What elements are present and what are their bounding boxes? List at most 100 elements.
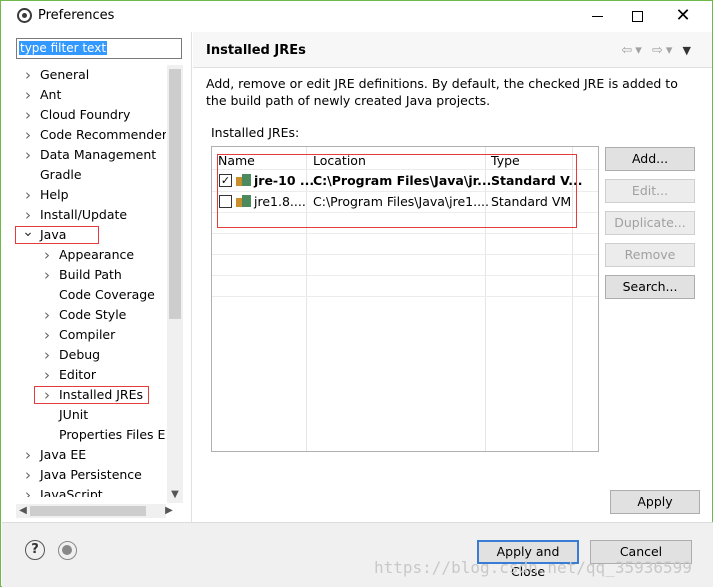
chevron-right-icon[interactable]: › [21, 185, 35, 205]
chevron-right-icon[interactable]: › [21, 445, 35, 465]
preferences-window: Preferences ✕ type filter text › General ›… [0, 0, 713, 587]
tree-item[interactable]: JUnit [2, 405, 166, 425]
window-title: Preferences [38, 8, 115, 23]
scroll-right-icon[interactable]: ▶ [162, 504, 176, 518]
chevron-right-icon[interactable]: › [21, 85, 35, 105]
maximize-icon [631, 11, 643, 22]
chevron-right-icon[interactable]: › [21, 465, 35, 485]
tree-item[interactable]: Code Coverage [2, 285, 166, 305]
tree-item-label: Cloud Foundry [40, 107, 131, 122]
chevron-right-icon[interactable]: › [21, 205, 35, 225]
apply-button[interactable]: Apply [610, 490, 700, 514]
watermark: https://blog.csdn.net/qq_35936599 [374, 558, 692, 577]
tree-vertical-scrollbar[interactable]: ▼ [167, 65, 183, 503]
forward-dropdown-icon[interactable]: ▾ [666, 43, 676, 58]
tree-item-label: Code Recommenders [40, 127, 166, 142]
forward-arrow-icon[interactable]: ⇨ [652, 43, 666, 58]
chevron-right-icon[interactable]: › [21, 65, 35, 85]
tree-item[interactable]: › Appearance [2, 245, 166, 265]
chevron-right-icon[interactable]: › [40, 245, 54, 265]
eclipse-icon [17, 8, 32, 23]
tree-item[interactable]: › Code Recommenders [2, 125, 166, 145]
page-description: Add, remove or edit JRE definitions. By … [206, 76, 678, 108]
tree-item-label: Help [40, 187, 69, 202]
duplicate-button[interactable]: Duplicate... [605, 211, 695, 235]
add-button[interactable]: Add... [605, 147, 695, 171]
tree-highlight-box [34, 386, 149, 404]
edit-button[interactable]: Edit... [605, 179, 695, 203]
chevron-right-icon[interactable]: › [40, 325, 54, 345]
tree-item[interactable]: › General [2, 65, 166, 85]
filter-input[interactable]: type filter text [16, 38, 182, 59]
chevron-right-icon[interactable]: › [40, 305, 54, 325]
tree-item[interactable]: › Data Management [2, 145, 166, 165]
tree-item[interactable]: Properties Files Ec [2, 425, 166, 445]
tree-item[interactable]: › Compiler [2, 325, 166, 345]
tree-item-label: Appearance [59, 247, 135, 262]
chevron-right-icon[interactable]: › [21, 105, 35, 125]
record-icon[interactable] [58, 541, 77, 560]
page-header: Installed JREs ⇦▾ ⇨▾ ▼ [193, 32, 712, 68]
dialog-button-bar: ? Apply and Close Cancel https://blog.cs… [2, 522, 713, 587]
tree-highlight-box [15, 226, 99, 244]
tree-item[interactable]: › Debug [2, 345, 166, 365]
tree-item-label: Data Management [40, 147, 157, 162]
horizontal-scroll-thumb[interactable] [30, 506, 146, 516]
view-menu-icon[interactable]: ▼ [683, 44, 694, 57]
tree-item[interactable]: › Java EE [2, 445, 166, 465]
tree-item[interactable]: › Editor [2, 365, 166, 385]
chevron-right-icon[interactable]: › [21, 125, 35, 145]
tree-item-label: Gradle [40, 167, 82, 182]
tree-item[interactable]: › Help [2, 185, 166, 205]
tree-item-label: JUnit [59, 407, 89, 422]
tree-item-label: Install/Update [40, 207, 128, 222]
close-icon: ✕ [675, 5, 691, 26]
close-button[interactable]: ✕ [660, 1, 706, 31]
table-highlight-box [217, 154, 577, 228]
tree-item[interactable]: › Code Style [2, 305, 166, 325]
tree-item-label: Editor [59, 367, 96, 382]
tree-item-label: JavaScript [40, 487, 103, 497]
page-title: Installed JREs [206, 43, 306, 58]
tree-item[interactable]: Gradle [2, 165, 166, 185]
installed-jres-label: Installed JREs: [211, 125, 300, 140]
maximize-button[interactable] [614, 1, 660, 31]
tree-item-label: Java Persistence [40, 467, 142, 482]
tree-item-label: Debug [59, 347, 101, 362]
tree-item[interactable]: › Ant [2, 85, 166, 105]
tree-item-label: Build Path [59, 267, 122, 282]
tree-item[interactable]: › Build Path [2, 265, 166, 285]
tree-item-label: Code Style [59, 307, 127, 322]
minimize-icon [591, 16, 603, 17]
chevron-right-icon[interactable]: › [40, 345, 54, 365]
tree-item-label: Java EE [40, 447, 87, 462]
chevron-right-icon[interactable]: › [40, 265, 54, 285]
scroll-down-icon[interactable]: ▼ [167, 489, 183, 503]
tree-item-label: Code Coverage [59, 287, 155, 302]
search-button[interactable]: Search... [605, 275, 695, 299]
tree-item[interactable]: › Install/Update [2, 205, 166, 225]
scroll-left-icon[interactable]: ◀ [16, 504, 30, 518]
chevron-right-icon[interactable]: › [40, 365, 54, 385]
tree-item-label: General [40, 67, 90, 82]
page-nav: ⇦▾ ⇨▾ ▼ [621, 43, 694, 58]
tree-horizontal-scrollbar[interactable]: ◀ ▶ [16, 504, 173, 518]
remove-button[interactable]: Remove [605, 243, 695, 267]
vertical-scroll-thumb[interactable] [169, 69, 181, 319]
tree-item[interactable]: › JavaScript [2, 485, 166, 497]
tree-item[interactable]: › Cloud Foundry [2, 105, 166, 125]
back-dropdown-icon[interactable]: ▾ [635, 43, 645, 58]
help-icon[interactable]: ? [25, 540, 45, 560]
tree-item-label: Ant [40, 87, 62, 102]
back-arrow-icon[interactable]: ⇦ [621, 43, 635, 58]
tree-item-label: Properties Files Ec [59, 427, 166, 442]
preferences-tree: › General › Ant › Cloud Foundry › Code Recommen… [2, 65, 166, 497]
tree-item[interactable]: › Java Persistence [2, 465, 166, 485]
tree-item-label: Compiler [59, 327, 116, 342]
preferences-tree-panel: type filter text › General › Ant › Cloud Foun… [2, 32, 192, 522]
filter-text: type filter text [19, 41, 108, 55]
installed-jres-page: Installed JREs ⇦▾ ⇨▾ ▼ Add, remove or ed… [193, 32, 712, 522]
chevron-right-icon[interactable]: › [21, 145, 35, 165]
title-bar: Preferences ✕ [1, 1, 712, 31]
chevron-right-icon[interactable]: › [21, 485, 35, 497]
